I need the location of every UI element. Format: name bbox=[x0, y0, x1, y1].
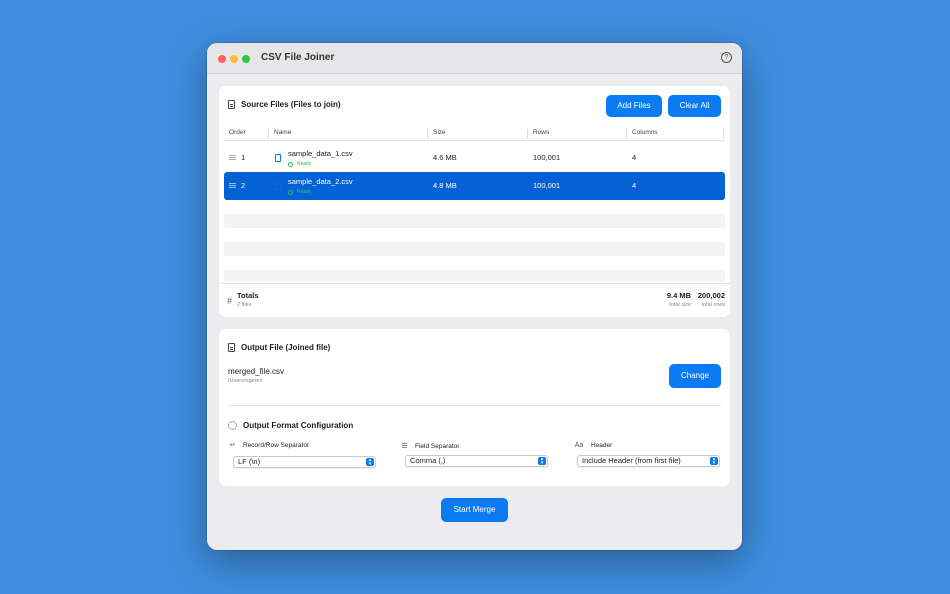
status-label: Ready bbox=[297, 161, 312, 167]
chevron-up-down-icon: ▴ ▾ bbox=[710, 457, 718, 466]
document-icon bbox=[228, 343, 235, 352]
column-header-size[interactable]: Size bbox=[428, 129, 528, 139]
config-title: Output Format Configuration bbox=[243, 421, 354, 430]
title-bar: CSV File Joiner ? bbox=[207, 43, 742, 74]
app-window: CSV File Joiner ? Source Files (Files to… bbox=[207, 43, 742, 550]
file-icon bbox=[275, 154, 281, 162]
total-size-value: 9.4 MB bbox=[666, 291, 691, 300]
clear-all-button[interactable]: Clear All bbox=[668, 95, 721, 117]
row-order: 2 bbox=[241, 181, 246, 190]
record-separator-select[interactable]: LF (\n) ▴ ▾ bbox=[233, 456, 376, 468]
chevron-up-down-icon: ▴ ▾ bbox=[366, 458, 374, 467]
row-columns: 4 bbox=[632, 181, 637, 190]
table-row[interactable]: 1 sample_data_1.csv Ready 4.6 MB 100,001… bbox=[224, 144, 725, 172]
row-filename: sample_data_1.csv bbox=[288, 149, 353, 158]
row-size: 4.8 MB bbox=[433, 181, 457, 190]
document-icon bbox=[228, 100, 235, 109]
chevron-up-down-icon: ▴ ▾ bbox=[538, 457, 546, 466]
empty-row bbox=[224, 242, 725, 256]
record-separator-value: LF (\n) bbox=[238, 457, 261, 466]
row-rows: 100,001 bbox=[533, 181, 561, 190]
column-header-order[interactable]: Order bbox=[224, 129, 269, 139]
source-files-card: Source Files (Files to join) Add Files C… bbox=[219, 86, 730, 317]
zoom-window-button[interactable] bbox=[242, 55, 250, 63]
gear-icon bbox=[228, 421, 237, 430]
totals-file-count: 2 files bbox=[237, 302, 252, 308]
field-separator-value: Comma (,) bbox=[410, 456, 446, 465]
divider bbox=[228, 405, 721, 406]
file-icon bbox=[275, 182, 281, 190]
text-format-icon: Aa bbox=[574, 442, 584, 449]
change-output-button[interactable]: Change bbox=[669, 364, 721, 388]
row-columns: 4 bbox=[632, 153, 637, 162]
status-badge: Ready bbox=[288, 189, 311, 195]
total-rows-value: 200,002 bbox=[697, 291, 725, 300]
checkmark-circle-icon bbox=[288, 161, 293, 167]
hash-icon: # bbox=[227, 296, 233, 306]
output-file-header: Output File (Joined file) bbox=[228, 343, 330, 352]
window-title: CSV File Joiner bbox=[261, 52, 335, 63]
return-arrow-icon: ↵ bbox=[229, 442, 236, 449]
source-files-header: Source Files (Files to join) bbox=[228, 100, 341, 109]
source-files-title: Source Files (Files to join) bbox=[241, 100, 341, 109]
row-order: 1 bbox=[241, 153, 246, 162]
output-file-title: Output File (Joined file) bbox=[241, 343, 331, 352]
total-rows-label: total rows bbox=[701, 302, 725, 308]
record-separator-label-text: Record/Row Separator bbox=[243, 441, 310, 449]
drag-handle-icon[interactable] bbox=[229, 183, 236, 188]
field-separator-label-text: Field Separator bbox=[415, 442, 460, 450]
empty-row bbox=[224, 270, 725, 281]
header-option-label-text: Header bbox=[591, 442, 613, 449]
row-rows: 100,001 bbox=[533, 153, 561, 162]
minimize-window-button[interactable] bbox=[230, 55, 238, 63]
help-icon[interactable]: ? bbox=[721, 52, 732, 63]
table-row-selected[interactable]: 2 sample_data_2.csv Ready 4.8 MB 100,001… bbox=[224, 172, 725, 200]
row-filename: sample_data_2.csv bbox=[288, 177, 353, 186]
column-header-name[interactable]: Name bbox=[269, 129, 428, 139]
column-header-columns[interactable]: Columns bbox=[627, 129, 724, 139]
record-separator-label: ↵ Record/Row Separator bbox=[228, 441, 310, 450]
empty-row bbox=[224, 214, 725, 228]
header-option-label: Aa Header bbox=[573, 442, 613, 449]
list-icon: ☰ bbox=[401, 443, 408, 450]
header-option-value: Include Header (from first file) bbox=[582, 456, 681, 465]
totals-bar: # Totals 2 files 9.4 MB total size 200,0… bbox=[219, 283, 730, 317]
header-option-select[interactable]: Include Header (from first file) ▴ ▾ bbox=[577, 455, 720, 467]
status-badge: Ready bbox=[288, 161, 311, 167]
close-window-button[interactable] bbox=[218, 55, 226, 63]
output-filename: merged_file.csv bbox=[228, 367, 285, 376]
config-header: Output Format Configuration bbox=[228, 421, 353, 430]
drag-handle-icon[interactable] bbox=[229, 155, 236, 160]
checkmark-circle-icon bbox=[288, 189, 293, 195]
output-file-card: Output File (Joined file) merged_file.cs… bbox=[219, 329, 730, 486]
add-files-button[interactable]: Add Files bbox=[606, 95, 662, 117]
table-header: Order Name Size Rows Columns bbox=[224, 127, 725, 141]
row-size: 4.6 MB bbox=[433, 153, 457, 162]
field-separator-select[interactable]: Comma (,) ▴ ▾ bbox=[405, 455, 548, 467]
column-header-rows[interactable]: Rows bbox=[528, 129, 627, 139]
start-merge-button[interactable]: Start Merge bbox=[441, 498, 508, 522]
output-path: /Users/ngeren bbox=[228, 378, 263, 384]
totals-label: Totals bbox=[237, 291, 259, 300]
status-label: Ready bbox=[297, 189, 312, 195]
field-separator-label: ☰ Field Separator bbox=[400, 442, 460, 451]
